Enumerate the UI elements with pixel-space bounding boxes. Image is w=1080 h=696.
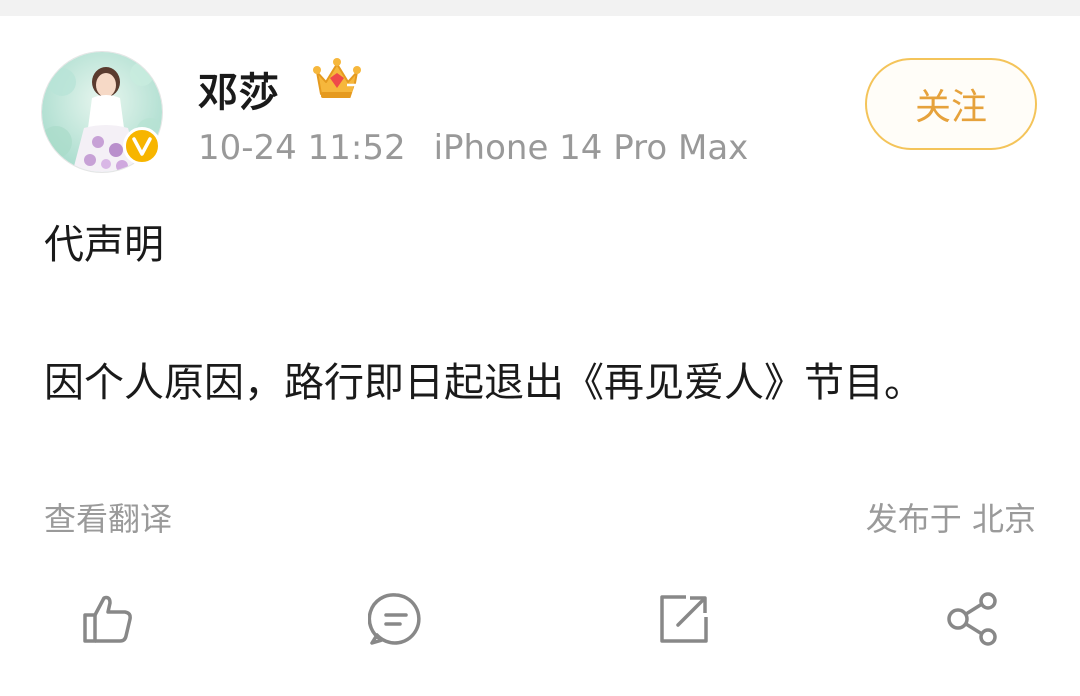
comment-button[interactable] xyxy=(368,591,424,647)
like-button[interactable] xyxy=(80,591,136,647)
post-device: iPhone 14 Pro Max xyxy=(433,128,749,168)
post-text-title: 代声明 xyxy=(44,222,164,268)
verified-v-icon xyxy=(123,127,161,165)
follow-button[interactable]: 关注 xyxy=(865,58,1037,150)
share-button[interactable] xyxy=(944,591,1000,647)
post-meta: 10-24 11:52 iPhone 14 Pro Max xyxy=(198,128,748,168)
avatar[interactable] xyxy=(41,51,163,173)
repost-button[interactable] xyxy=(656,591,712,647)
post-card: 邓莎 10-24 11:52 iPhone 14 Pro Max 关注 代声明 因… xyxy=(0,16,1080,696)
post-time: 10-24 11:52 xyxy=(198,128,406,168)
crown-icon[interactable] xyxy=(312,56,362,104)
repost-icon xyxy=(660,595,708,643)
location-name: 北京 xyxy=(971,500,1036,538)
location-prefix: 发布于 xyxy=(865,500,962,538)
share-icon xyxy=(947,592,997,646)
comment-icon xyxy=(368,593,421,645)
thumbs-up-icon xyxy=(83,595,132,643)
post-location: 发布于 北京 xyxy=(866,494,1036,540)
view-translation-link[interactable]: 查看翻译 xyxy=(44,494,172,540)
author-name[interactable]: 邓莎 xyxy=(198,60,280,118)
post-text-body: 因个人原因，路行即日起退出《再见爱人》节目。 xyxy=(44,360,924,406)
